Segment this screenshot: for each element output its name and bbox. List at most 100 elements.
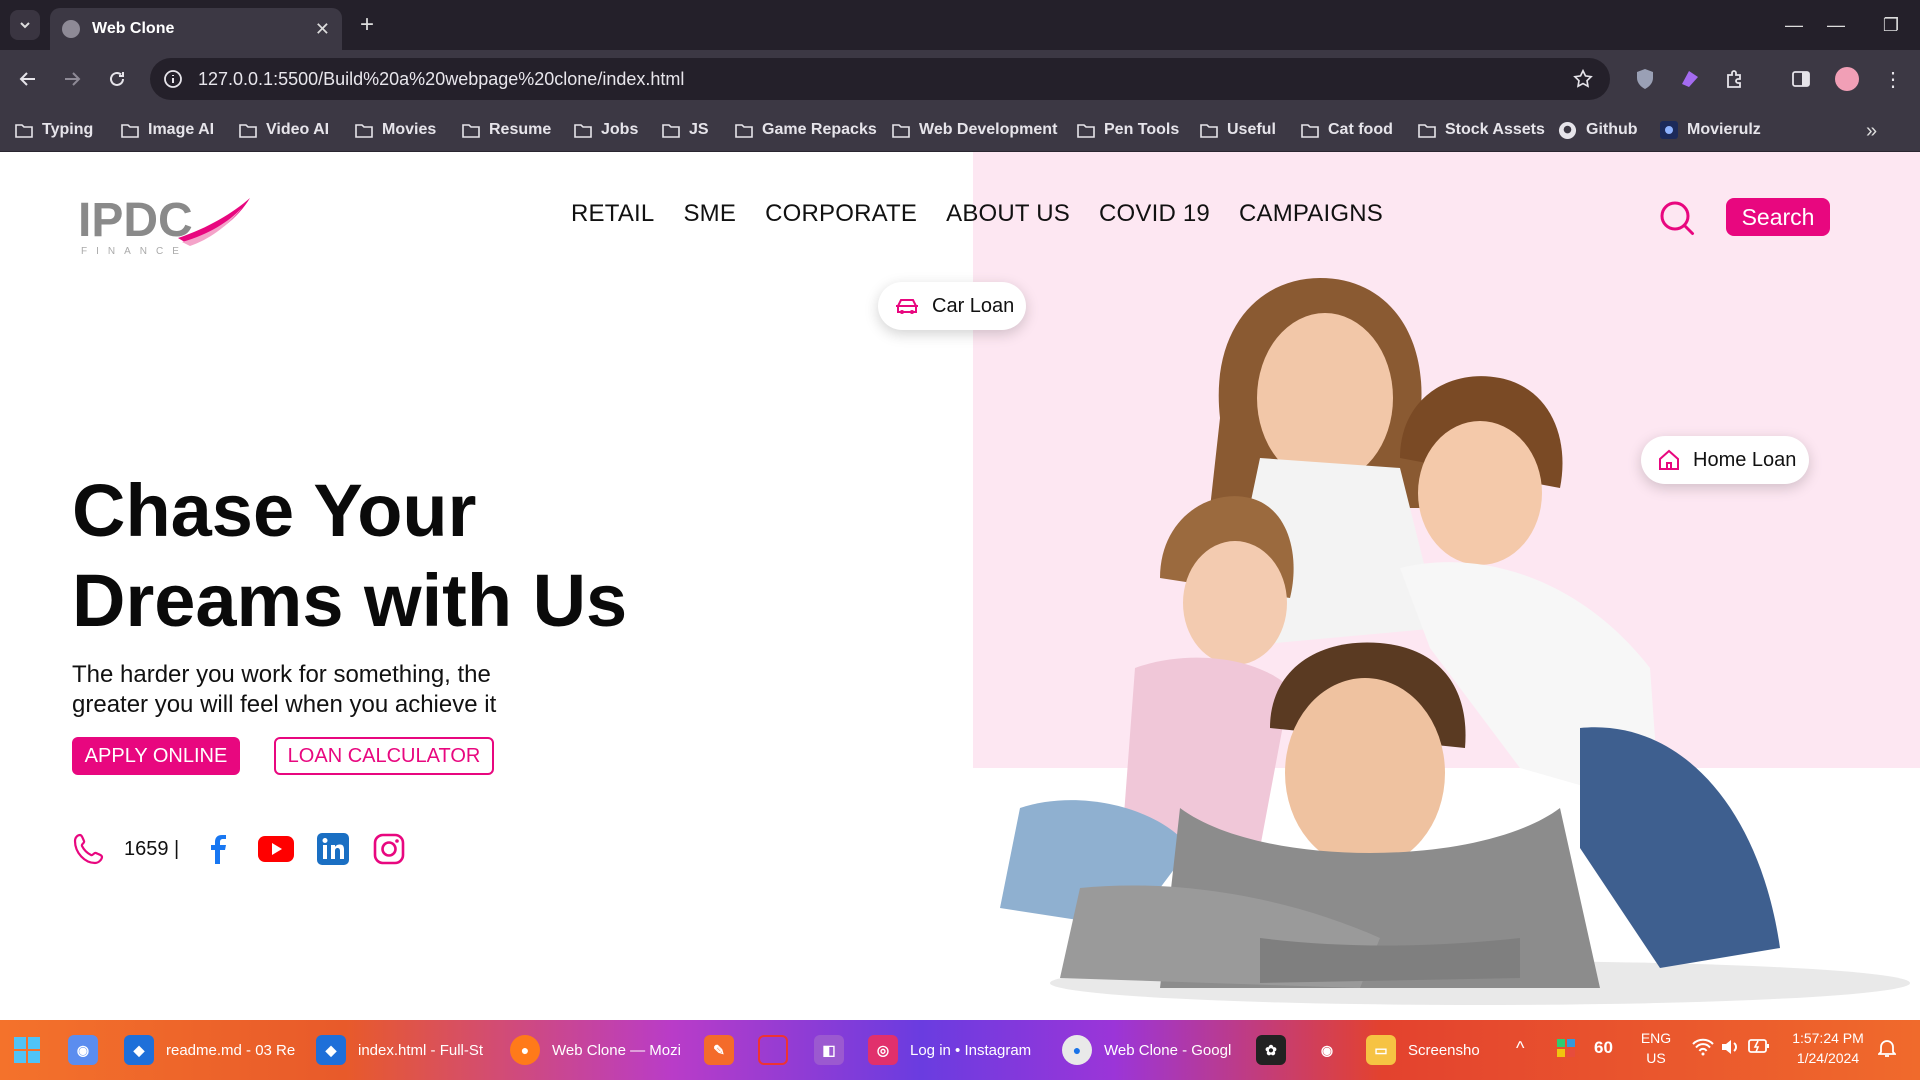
logo-text: IPDC bbox=[78, 194, 193, 247]
nav-campaigns[interactable]: CAMPAIGNS bbox=[1239, 200, 1383, 228]
pen-app-icon: ✎ bbox=[704, 1035, 734, 1065]
folder-icon bbox=[1077, 123, 1095, 138]
folder-icon bbox=[574, 123, 592, 138]
subline-line-2: greater you will feel when you achieve i… bbox=[72, 691, 497, 718]
tray-app-icon[interactable] bbox=[1556, 1038, 1576, 1063]
profile-avatar[interactable] bbox=[1834, 66, 1860, 92]
search-icon[interactable] bbox=[1658, 199, 1696, 237]
bookmark-folder[interactable]: Image AI bbox=[121, 118, 214, 142]
folder-icon bbox=[15, 123, 33, 138]
taskbar-app[interactable] bbox=[758, 1030, 800, 1070]
language-line-2: US bbox=[1646, 1050, 1666, 1066]
bookmark-folder[interactable]: Video AI bbox=[239, 118, 329, 142]
taskbar-instagram[interactable]: ◎ Log in • Instagram bbox=[868, 1030, 1031, 1070]
notification-bell-icon[interactable] bbox=[1876, 1038, 1898, 1063]
taskbar-app[interactable]: ◧ bbox=[814, 1030, 856, 1070]
folder-app-icon: ▭ bbox=[1366, 1035, 1396, 1065]
minimize-window-button[interactable]: — bbox=[1766, 0, 1822, 50]
arrow-right-icon bbox=[65, 72, 81, 86]
url-text[interactable]: 127.0.0.1:5500/Build%20a%20webpage%20clo… bbox=[198, 69, 1572, 90]
nav-corporate[interactable]: CORPORATE bbox=[765, 200, 917, 228]
bookmark-github[interactable]: Github bbox=[1558, 118, 1638, 142]
linkedin-icon[interactable] bbox=[317, 833, 350, 865]
taskbar-app[interactable]: ✿ bbox=[1256, 1030, 1298, 1070]
folder-icon bbox=[239, 123, 257, 138]
taskbar-vscode-index[interactable]: ◆ index.html - Full-St bbox=[316, 1030, 483, 1070]
browser-tab-bar: Web Clone ✕ + — ❐ bbox=[0, 0, 1920, 50]
more-bookmarks-icon[interactable]: » bbox=[1866, 120, 1877, 143]
nav-sme[interactable]: SME bbox=[683, 200, 736, 228]
bookmark-folder[interactable]: Movies bbox=[355, 118, 436, 142]
close-tab-icon[interactable]: ✕ bbox=[315, 19, 330, 40]
taskbar-app-pinned[interactable]: ◉ bbox=[68, 1030, 110, 1070]
taskbar-firefox[interactable]: ● Web Clone — Mozi bbox=[510, 1030, 681, 1070]
loan-calculator-button[interactable]: LOAN CALCULATOR bbox=[274, 737, 494, 775]
phone-number: 1659 | bbox=[124, 837, 180, 860]
vscode-icon: ◆ bbox=[124, 1035, 154, 1065]
extension-icon[interactable] bbox=[1677, 66, 1703, 92]
taskbar-label: Screensho bbox=[1408, 1041, 1480, 1059]
bookmark-folder[interactable]: Resume bbox=[462, 118, 551, 142]
youtube-icon[interactable] bbox=[258, 836, 295, 862]
search-button[interactable]: Search bbox=[1726, 198, 1830, 236]
tab-list-button[interactable] bbox=[10, 10, 40, 40]
menu-kebab-icon[interactable]: ⋮ bbox=[1880, 66, 1906, 92]
bookmark-folder[interactable]: Useful bbox=[1200, 118, 1276, 142]
info-icon[interactable] bbox=[162, 68, 184, 90]
side-panel-icon[interactable] bbox=[1788, 66, 1814, 92]
clock[interactable]: 1:57:24 PM 1/24/2024 bbox=[1784, 1028, 1872, 1068]
tab-title: Web Clone bbox=[92, 20, 175, 37]
bookmark-folder[interactable]: JS bbox=[662, 118, 709, 142]
taskbar-vscode-readme[interactable]: ◆ readme.md - 03 Re bbox=[124, 1030, 295, 1070]
ipdc-logo-mark: IPDC FINANCE bbox=[78, 194, 250, 257]
puzzle-extensions-icon[interactable] bbox=[1722, 66, 1748, 92]
bookmark-label: Game Repacks bbox=[762, 121, 877, 138]
phone-icon[interactable] bbox=[72, 832, 106, 866]
edge-dev-icon: ◉ bbox=[68, 1035, 98, 1065]
ipdc-logo[interactable]: IPDC FINANCE bbox=[78, 188, 258, 258]
taskbar-explorer[interactable]: ▭ Screensho bbox=[1366, 1030, 1480, 1070]
battery-icon[interactable] bbox=[1748, 1038, 1770, 1059]
family-photo bbox=[1000, 278, 1910, 1005]
car-icon bbox=[896, 299, 918, 314]
volume-icon[interactable] bbox=[1720, 1038, 1740, 1061]
language-indicator[interactable]: ENG US bbox=[1636, 1028, 1676, 1068]
bookmark-folder[interactable]: Web Development bbox=[892, 118, 1057, 142]
nav-retail[interactable]: RETAIL bbox=[571, 200, 654, 228]
forward-button[interactable] bbox=[57, 64, 87, 94]
bookmark-folder[interactable]: Game Repacks bbox=[735, 118, 877, 142]
facebook-icon[interactable] bbox=[201, 832, 235, 866]
bookmark-folder[interactable]: Cat food bbox=[1301, 118, 1393, 142]
clock-date: 1/24/2024 bbox=[1796, 1050, 1860, 1066]
bookmark-label: Typing bbox=[42, 121, 94, 138]
browser-tab-active[interactable]: Web Clone ✕ bbox=[50, 8, 342, 50]
taskbar-label: readme.md - 03 Re bbox=[166, 1041, 296, 1059]
address-bar[interactable]: 127.0.0.1:5500/Build%20a%20webpage%20clo… bbox=[150, 58, 1610, 100]
bookmark-folder[interactable]: Typing bbox=[15, 118, 93, 142]
bookmark-folder[interactable]: Jobs bbox=[574, 118, 638, 142]
bookmark-label: Web Development bbox=[919, 121, 1058, 138]
restore-button[interactable]: ❐ bbox=[1863, 0, 1919, 50]
apply-online-button[interactable]: APPLY ONLINE bbox=[72, 737, 240, 775]
new-tab-button[interactable]: + bbox=[352, 10, 382, 40]
bookmark-folder[interactable]: Stock Assets bbox=[1418, 118, 1545, 142]
back-button[interactable] bbox=[13, 64, 43, 94]
instagram-icon[interactable] bbox=[372, 832, 406, 866]
taskbar-app[interactable]: ✎ bbox=[704, 1030, 746, 1070]
bookmark-folder[interactable]: Pen Tools bbox=[1077, 118, 1179, 142]
wifi-icon[interactable] bbox=[1692, 1038, 1714, 1061]
start-button[interactable] bbox=[12, 1030, 42, 1070]
bookmark-label: Resume bbox=[489, 121, 552, 138]
tray-overflow-icon[interactable]: ^ bbox=[1516, 1038, 1524, 1058]
bookmark-star-icon[interactable] bbox=[1572, 68, 1594, 90]
opera-icon bbox=[758, 1035, 788, 1065]
shield-extension-icon[interactable] bbox=[1632, 66, 1658, 92]
reload-button[interactable] bbox=[102, 64, 132, 94]
hero-headline: Chase Your Dreams with Us bbox=[72, 466, 772, 646]
bookmark-movierulz[interactable]: Movierulz bbox=[1660, 118, 1761, 142]
nav-about-us[interactable]: ABOUT US bbox=[946, 200, 1070, 228]
taskbar-chrome[interactable]: ● Web Clone - Googl bbox=[1062, 1030, 1231, 1070]
taskbar-app[interactable]: ◉ bbox=[1312, 1030, 1354, 1070]
bookmark-label: Pen Tools bbox=[1104, 121, 1180, 138]
nav-covid-19[interactable]: COVID 19 bbox=[1099, 200, 1210, 228]
